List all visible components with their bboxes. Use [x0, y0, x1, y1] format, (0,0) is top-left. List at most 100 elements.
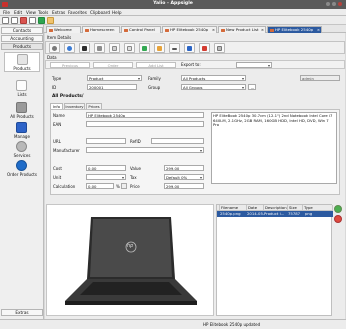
mail-icon: [217, 46, 222, 51]
cost-label: Cost: [53, 166, 62, 171]
save-button[interactable]: [79, 43, 90, 53]
calculation-field[interactable]: 0,00: [86, 183, 114, 189]
name-label: Name: [53, 113, 65, 118]
close-window-button[interactable]: [338, 2, 342, 6]
item-toolbar: [45, 41, 345, 54]
price-label: Price: [130, 184, 140, 189]
sidebar-item-order-products[interactable]: Order Products: [4, 159, 40, 179]
tab-hp-elitebook-active[interactable]: HP Elitebook 2540p ×: [267, 26, 322, 33]
sidebar-item-all-products[interactable]: All Products: [4, 101, 40, 121]
export-to-select[interactable]: [236, 62, 272, 68]
name-field[interactable]: HP Elitebook 2540p: [86, 112, 204, 118]
menu-clipboard[interactable]: Clipboard: [90, 10, 110, 15]
sidebar-item-manage[interactable]: Manage: [4, 121, 40, 141]
calculation-button[interactable]: [121, 183, 127, 189]
table-row[interactable]: 2540p.png 2014-05-20 Product i... 75787 …: [217, 211, 333, 217]
export-icon[interactable]: [47, 17, 54, 24]
price-field[interactable]: 299,00: [164, 183, 204, 189]
menu-edit[interactable]: Edit: [14, 10, 22, 15]
calculation-label: Calculation: [53, 184, 76, 189]
refresh-icon: [67, 46, 72, 51]
group-picker-button[interactable]: …: [248, 84, 256, 90]
email-button[interactable]: [214, 43, 225, 53]
package-button[interactable]: [154, 43, 165, 53]
tab-control-panel[interactable]: Control Panel: [121, 26, 161, 33]
image-button[interactable]: [139, 43, 150, 53]
minimize-button[interactable]: [326, 2, 330, 6]
unit-label: Unit: [53, 175, 62, 180]
tab-homescreen[interactable]: Homescreen: [82, 26, 120, 33]
menu-tools[interactable]: Tools: [38, 10, 48, 15]
url-field[interactable]: [86, 138, 126, 144]
product-image-panel: hp: [46, 204, 214, 316]
refresh-button[interactable]: [64, 43, 75, 53]
previous-button[interactable]: Previous: [50, 62, 90, 68]
open-icon[interactable]: [11, 17, 18, 24]
ean-field[interactable]: [86, 121, 204, 127]
forward-button[interactable]: [184, 43, 195, 53]
menu-file[interactable]: File: [3, 10, 10, 15]
family-select[interactable]: All Products: [181, 75, 246, 81]
sidebar-item-label: Manage: [14, 134, 30, 139]
manufacturer-select[interactable]: [86, 147, 204, 153]
pdf-icon: [202, 46, 207, 51]
lists-icon: [16, 80, 27, 91]
refid-field[interactable]: [151, 138, 204, 144]
minus-button[interactable]: [169, 43, 180, 53]
menu-help[interactable]: Help: [112, 10, 122, 15]
pdf-button[interactable]: [199, 43, 210, 53]
order-button[interactable]: Order: [93, 62, 133, 68]
arrow-right-icon: [187, 46, 192, 51]
maximize-button[interactable]: [332, 2, 336, 6]
tab-welcome[interactable]: Welcome: [46, 26, 81, 33]
search-icon: [52, 46, 57, 51]
tab-new-product-list[interactable]: New Product List ×: [218, 26, 266, 33]
tax-select[interactable]: Default 0%: [164, 174, 204, 180]
menu-view[interactable]: View: [26, 10, 36, 15]
print-button[interactable]: [94, 43, 105, 53]
item-details-title: Item Details: [47, 35, 72, 40]
sidebar-header-products[interactable]: Products: [1, 43, 43, 50]
sidebar-header-accounting[interactable]: Accounting: [1, 35, 43, 42]
sidebar-item-services[interactable]: Services: [4, 140, 40, 160]
services-icon: [16, 141, 27, 152]
tab-label: Control Panel: [129, 27, 155, 32]
group-select[interactable]: All Groups: [181, 84, 246, 90]
sidebar-header-contacts[interactable]: Contacts: [1, 27, 43, 34]
new-icon[interactable]: [2, 17, 9, 24]
copy-icon: [127, 46, 132, 51]
record-nav-row: Previous Order Add List Export to:: [45, 60, 345, 69]
tab-icon: [270, 28, 274, 32]
remove-file-icon[interactable]: [334, 215, 342, 223]
sidebar-footer-extras[interactable]: Extras: [1, 309, 43, 316]
list-button[interactable]: [109, 43, 120, 53]
description-textarea[interactable]: HP EliteBook 2540p 30.7cm (12.1") 2nd No…: [211, 112, 337, 184]
owner-field: admin: [300, 75, 340, 81]
sidebar-item-lists[interactable]: Lists: [4, 79, 40, 99]
add-list-button[interactable]: Add List: [136, 62, 176, 68]
delete-icon[interactable]: [20, 17, 27, 24]
cost-field[interactable]: 0,00: [86, 165, 126, 171]
tax-label: Tax: [130, 175, 137, 180]
copy-button[interactable]: [124, 43, 135, 53]
refresh-icon[interactable]: [29, 17, 36, 24]
minus-icon: [172, 48, 177, 50]
cell-description: Product i...: [264, 211, 285, 216]
unit-select[interactable]: [86, 174, 126, 180]
type-select[interactable]: Product: [87, 75, 142, 81]
id-label: ID: [52, 85, 57, 90]
search-icon-button[interactable]: [49, 43, 60, 53]
value-field[interactable]: 299,00: [164, 165, 204, 171]
tab-hp-elitebook[interactable]: HP Elitebook 2540p ×: [162, 26, 217, 33]
sidebar-item-products[interactable]: Products: [4, 52, 40, 72]
menu-favorites[interactable]: Favorites: [68, 10, 87, 15]
add-file-icon[interactable]: [334, 205, 342, 213]
package-icon: [157, 46, 162, 51]
save-icon[interactable]: [38, 17, 45, 24]
list-icon: [112, 46, 117, 51]
tab-label: Homescreen: [90, 27, 115, 32]
calculation-unit: %: [116, 184, 120, 189]
all-products-icon: [16, 102, 27, 113]
id-field[interactable]: 200001: [87, 84, 137, 90]
menu-extras[interactable]: Extras: [52, 10, 65, 15]
